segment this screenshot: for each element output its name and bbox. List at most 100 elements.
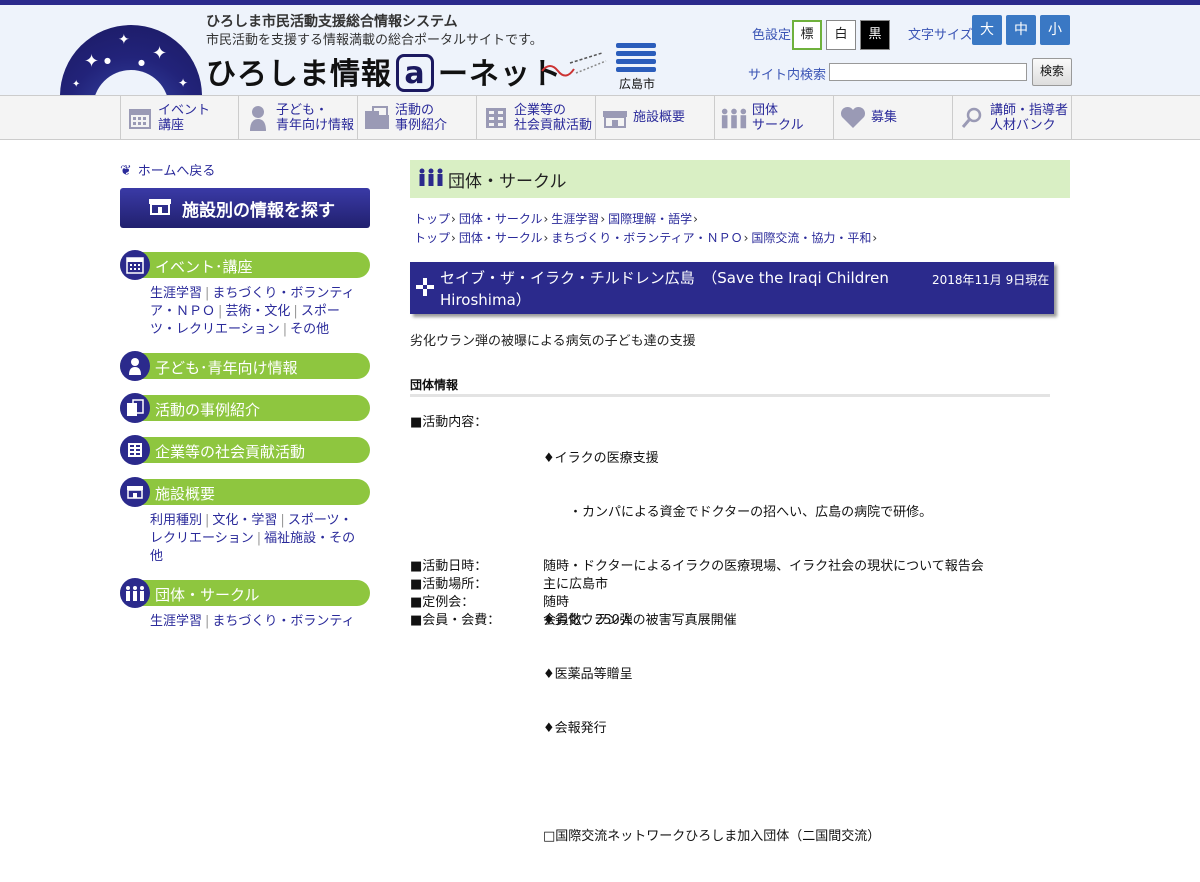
category-label: 団体・サークル (155, 586, 260, 604)
nav-item-groups[interactable]: 団体 サークル (715, 96, 834, 139)
nav-item-facilities[interactable]: 施設概要 (596, 96, 715, 139)
info-line: ・ドクターによるイラクの医療現場、イラク社会の現状について報告会 (543, 559, 984, 574)
info-value: 随時 (543, 559, 570, 574)
nav-label: 募集 (871, 110, 898, 125)
group-icon (720, 104, 748, 132)
category-label: イベント･講座 (155, 258, 253, 276)
breadcrumb-link[interactable]: 団体・サークル (459, 212, 543, 226)
info-value: ♦イラクの医療支援 ・カンパによる資金でドクターの招へい、広島の病院で研修。 ・… (543, 414, 984, 882)
calendar-icon (120, 250, 150, 280)
breadcrumb-link[interactable]: トップ (414, 231, 450, 245)
org-description: 劣化ウラン弾の被曝による病気の子ども達の支援 (410, 334, 696, 349)
font-size-label: 文字サイズ (908, 28, 973, 43)
info-value: 主に広島市 (543, 577, 609, 592)
font-size-medium-button[interactable]: 中 (1006, 15, 1036, 45)
color-standard-button[interactable]: 標 (792, 20, 822, 50)
breadcrumb-link[interactable]: 国際理解・語学 (608, 212, 692, 226)
category-corporate[interactable]: 企業等の社会貢献活動 (120, 435, 370, 465)
section-heading: 団体・サークル (410, 160, 1070, 198)
category-groups[interactable]: 団体・サークル (120, 578, 370, 608)
nav-label: 施設概要 (633, 110, 686, 125)
building-icon (482, 104, 510, 132)
category-facilities[interactable]: 施設概要 (120, 477, 370, 507)
city-wave-icon (616, 43, 658, 72)
info-key: ■定例会： (410, 595, 475, 610)
site-logo-mark: ✦ ✦ ✦ ✦ ✦ ● ● (60, 25, 202, 95)
site-header: ✦ ✦ ✦ ✦ ✦ ● ● ひろしま市民活動支援総合情報システム 市民活動を支援… (0, 5, 1200, 95)
info-line: ・カンパによる資金でドクターの招へい、広島の病院で研修。 (543, 505, 933, 520)
documents-icon (120, 393, 150, 423)
breadcrumb-link[interactable]: まちづくり・ボランティア・ＮＰＯ (551, 231, 742, 245)
magnifier-icon (958, 104, 986, 132)
sublink[interactable]: まちづくり・ボランティ (212, 614, 354, 629)
sublink[interactable]: 生涯学習 (150, 286, 202, 301)
section-title: 団体・サークル (448, 171, 567, 192)
font-size-large-button[interactable]: 大 (972, 15, 1002, 45)
sublink[interactable]: その他 (290, 322, 329, 337)
child-icon (120, 351, 150, 381)
sublink[interactable]: 利用種別 (150, 513, 202, 528)
breadcrumb-link[interactable]: トップ (414, 212, 450, 226)
nav-label: 子ども・ 青年向け情報 (276, 102, 355, 133)
info-key: ■会員・会費： (410, 613, 501, 628)
nav-item-events[interactable]: イベント 講座 (120, 96, 239, 139)
org-title: セイブ・ザ・イラク・チルドレン広島 （Save the Iraqi Childr… (440, 269, 889, 309)
home-link[interactable]: ❦ ホームへ戻る (120, 160, 215, 179)
breadcrumb-link[interactable]: 団体・サークル (459, 231, 543, 245)
search-button[interactable]: 検索 (1032, 58, 1072, 86)
category-events-links: 生涯学習 | まちづくり・ボランティア・ＮＰＯ | 芸術・文化 | スポーツ・レクリエーショ… (150, 286, 355, 337)
info-line: ♦医薬品等贈呈 (543, 667, 633, 682)
info-line: ♦イラクの医療支援 (543, 451, 659, 466)
nav-item-youth[interactable]: 子ども・ 青年向け情報 (239, 96, 358, 139)
group-icon (418, 168, 444, 190)
info-heading: 団体情報 (410, 378, 459, 392)
category-events[interactable]: イベント･講座 (120, 250, 370, 280)
sublink[interactable]: 生涯学習 (150, 614, 202, 629)
nav-item-instructors[interactable]: 講師・指導者 人材バンク (953, 96, 1072, 139)
flower-icon (416, 278, 434, 296)
facility-search-label: 施設別の情報を探す (182, 200, 335, 221)
nav-label: 団体 サークル (752, 102, 804, 133)
category-cases[interactable]: 活動の事例紹介 (120, 393, 370, 423)
facility-icon (120, 477, 150, 507)
group-icon (120, 578, 150, 608)
category-label: 活動の事例紹介 (155, 401, 261, 419)
site-tagline: ひろしま市民活動支援総合情報システム (206, 14, 458, 30)
font-size-small-button[interactable]: 小 (1040, 15, 1070, 45)
documents-icon (363, 104, 391, 132)
breadcrumb: トップ› 団体・サークル› まちづくり・ボランティア・ＮＰＯ› 国際交流・協力・平和› (414, 231, 878, 245)
heart-icon (839, 104, 867, 132)
site-search-input[interactable] (829, 63, 1027, 81)
breadcrumb-link[interactable]: 生涯学習 (551, 212, 599, 226)
home-link-label: ホームへ戻る (137, 164, 216, 179)
info-key: ■活動場所： (410, 577, 488, 592)
color-setting-label: 色設定 (752, 28, 792, 43)
sprout-icon: ❦ (120, 163, 132, 179)
nav-label: イベント 講座 (158, 102, 211, 133)
category-label: 子ども･青年向け情報 (155, 359, 298, 377)
nav-label: 企業等の 社会貢献活動 (514, 102, 593, 133)
color-black-button[interactable]: 黒 (860, 20, 890, 50)
info-line: ♦会報発行 (543, 721, 607, 736)
site-logo[interactable]: ひろしま情報 a ーネット (206, 49, 562, 95)
facility-search-button[interactable]: 施設別の情報を探す (120, 188, 370, 228)
facility-icon (148, 197, 172, 220)
nav-item-cases[interactable]: 活動の 事例紹介 (358, 96, 477, 139)
nav-item-recruit[interactable]: 募集 (834, 96, 953, 139)
category-youth[interactable]: 子ども･青年向け情報 (120, 351, 370, 381)
divider (410, 394, 1050, 397)
calendar-icon (126, 104, 154, 132)
sublink[interactable]: 文化・学習 (212, 513, 277, 528)
category-label: 施設概要 (155, 485, 216, 503)
city-name: 広島市 (618, 77, 655, 91)
breadcrumb-link[interactable]: 国際交流・協力・平和 (751, 231, 871, 245)
category-facilities-links: 利用種別 | 文化・学習 | スポーツ・レクリエーション | 福祉施設・その他 (150, 513, 356, 564)
info-key: ■活動内容： (410, 415, 488, 430)
color-white-button[interactable]: 白 (826, 20, 856, 50)
info-value: 会員数：250人 (543, 613, 633, 628)
info-value: 随時 (543, 595, 570, 610)
nav-item-corporate[interactable]: 企業等の 社会貢献活動 (477, 96, 596, 139)
sublink[interactable]: 芸術・文化 (225, 304, 290, 319)
site-subtagline: 市民活動を支援する情報満載の総合ポータルサイトです。 (206, 33, 543, 48)
breadcrumb: トップ› 団体・サークル› 生涯学習› 国際理解・語学› (414, 212, 698, 226)
